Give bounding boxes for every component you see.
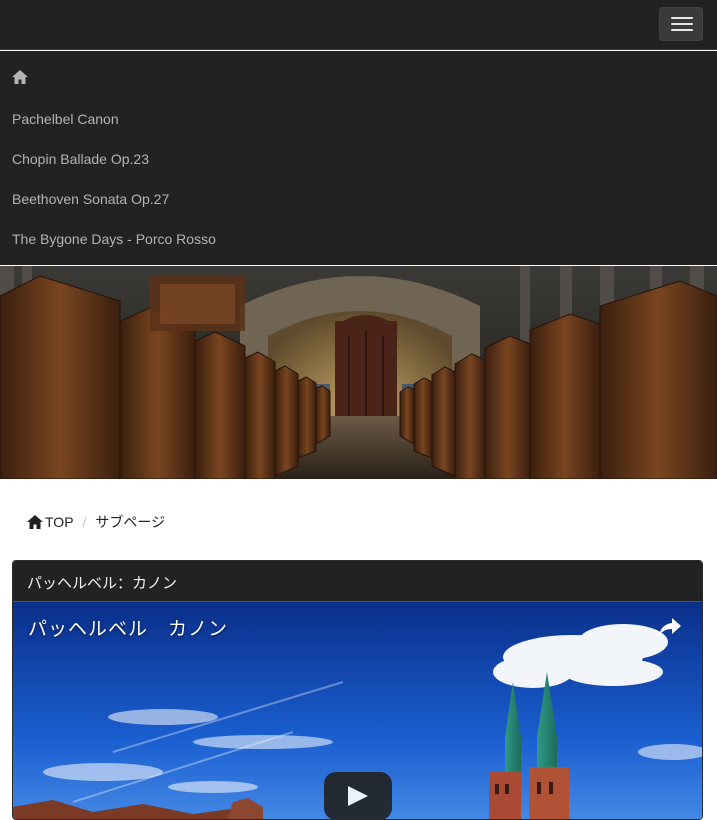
breadcrumb-separator: /	[82, 514, 87, 530]
menu-toggle-button[interactable]	[659, 7, 703, 41]
menu-item-beethoven[interactable]: Beethoven Sonata Op.27	[12, 191, 169, 207]
card-title: パッヘルベル：カノン	[13, 561, 702, 602]
home-icon[interactable]	[27, 515, 43, 529]
nav-menu: Pachelbel Canon Chopin Ballade Op.23 Bee…	[0, 51, 717, 265]
home-icon[interactable]	[12, 70, 28, 84]
hamburger-icon	[671, 17, 693, 19]
youtube-embed[interactable]: パッヘルベル カノン	[13, 602, 702, 819]
share-icon[interactable]	[658, 616, 682, 638]
breadcrumb-current: サブページ	[95, 514, 166, 530]
menu-item-pachelbel[interactable]: Pachelbel Canon	[12, 111, 119, 127]
breadcrumb-top-link[interactable]: TOP	[45, 514, 74, 530]
video-title: パッヘルベル カノン	[28, 619, 229, 640]
video-card: パッヘルベル：カノン パッヘルベル カノン	[12, 560, 703, 820]
menu-item-chopin[interactable]: Chopin Ballade Op.23	[12, 151, 149, 167]
hero-image	[0, 266, 717, 479]
navbar	[0, 0, 717, 50]
breadcrumb: TOP / サブページ	[27, 512, 165, 532]
menu-item-bygone-days[interactable]: The Bygone Days - Porco Rosso	[12, 231, 216, 247]
play-button[interactable]	[324, 772, 392, 819]
play-icon	[348, 786, 368, 806]
